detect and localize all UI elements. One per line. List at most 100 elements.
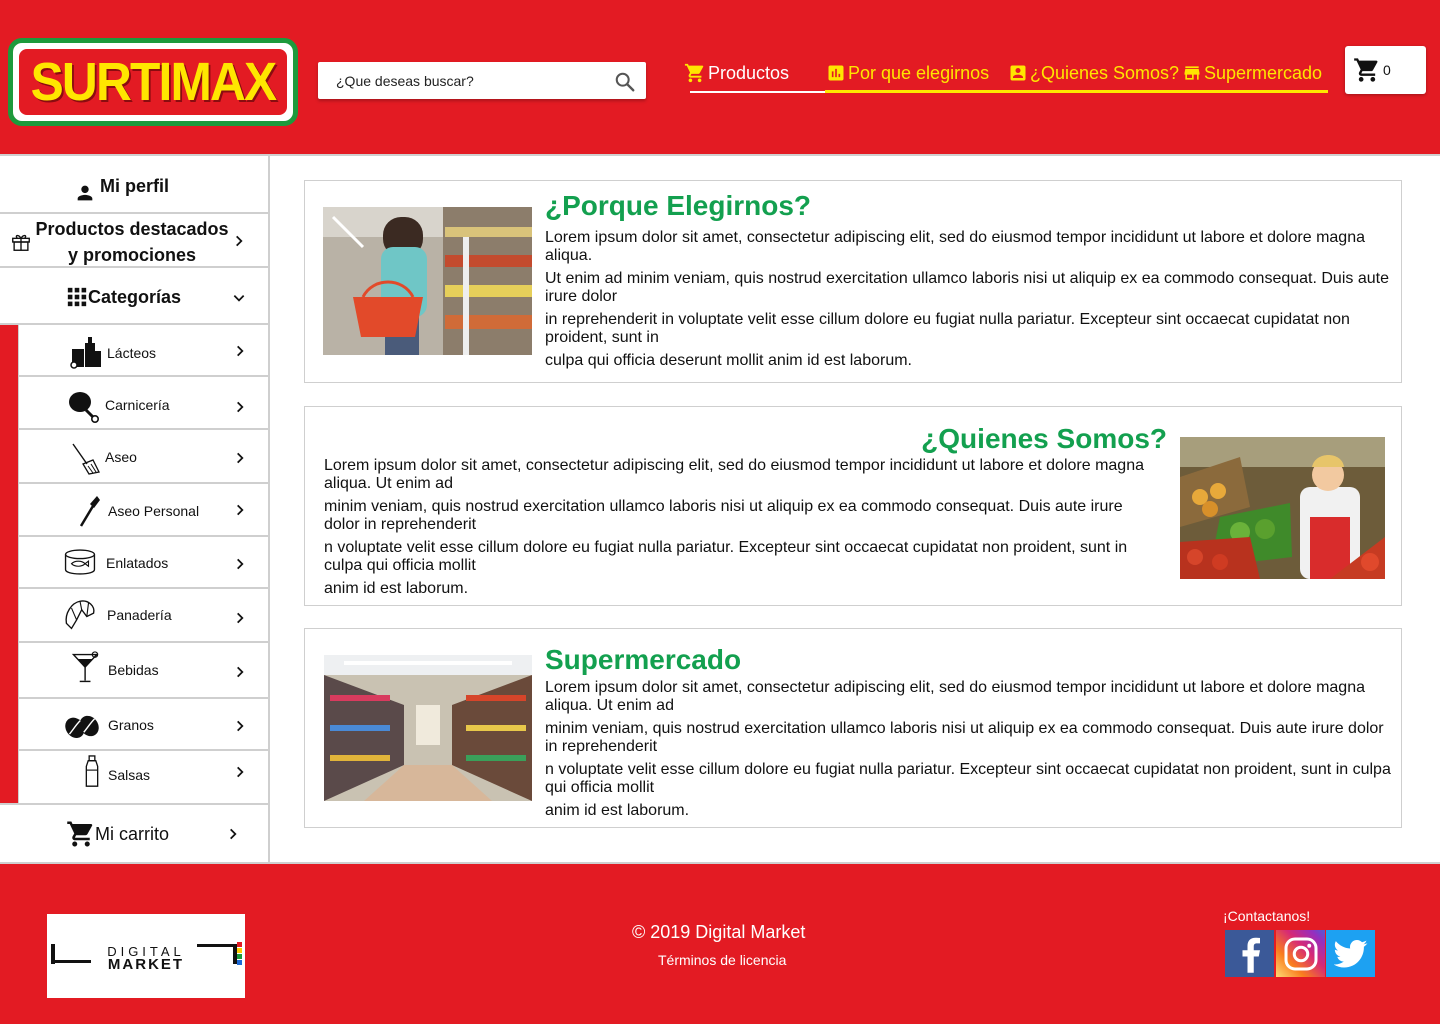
category-item-granos[interactable]: Granos [18, 699, 268, 751]
nav-supermercado[interactable]: Supermercado [1182, 54, 1322, 92]
logo-line-2: MARKET [107, 956, 185, 973]
copyright-text: © 2019 Digital Market [632, 922, 806, 942]
dairy-icon [70, 337, 101, 369]
broom-icon [72, 443, 100, 475]
category-label: Aseo Personal [108, 503, 200, 519]
sidebar-item-featured[interactable]: Productos destacados y promociones [0, 214, 268, 268]
section-supermercado: Supermercado Lorem ipsum dolor sit amet,… [304, 628, 1402, 828]
section-paragraph: minim veniam, quis nostrud exercitation … [545, 720, 1384, 755]
header: SURTIMAX Productos Por que elegirnos ¿Qu [0, 0, 1440, 156]
nav-por-que-elegirnos[interactable]: Por que elegirnos [826, 54, 989, 92]
category-item-panaderia[interactable]: Panadería [18, 589, 268, 643]
category-item-aseo-personal[interactable]: Aseo Personal [18, 484, 268, 537]
sidebar-item-cart[interactable]: Mi carrito [0, 803, 268, 862]
chart-icon [828, 65, 844, 81]
license-link[interactable]: Términos de licencia [658, 952, 786, 968]
beans-icon [65, 715, 99, 738]
nav-label: ¿Quienes Somos? [1030, 62, 1180, 83]
sidebar: Mi perfil Productos destacados y promoci… [0, 156, 270, 862]
sidebar-item-profile[interactable]: Mi perfil [0, 156, 268, 214]
category-list: Lácteos Carnicería Aseo Aseo Personal En… [0, 325, 268, 803]
cart-icon [1354, 58, 1378, 82]
grocer-photo [1180, 437, 1385, 579]
category-item-carniceria[interactable]: Carnicería [18, 377, 268, 430]
chevron-right-icon [230, 828, 237, 840]
facebook-button[interactable] [1225, 930, 1274, 977]
search-icon[interactable] [614, 71, 636, 93]
cart-count: 0 [1383, 62, 1391, 78]
search-input[interactable] [318, 62, 598, 99]
section-title: Supermercado [545, 644, 742, 675]
shopping-photo [323, 207, 532, 355]
chevron-right-icon [237, 720, 244, 732]
cocktail-icon [71, 651, 99, 683]
section-paragraph: culpa qui officia deserunt mollit anim i… [545, 352, 912, 369]
chevron-right-icon [237, 401, 244, 413]
chevron-right-icon [237, 452, 244, 464]
apps-grid-icon [67, 287, 87, 307]
chevron-right-icon [237, 345, 244, 357]
surtimax-logo[interactable]: SURTIMAX [8, 38, 298, 126]
person-icon [77, 185, 93, 201]
instagram-icon [1284, 937, 1317, 970]
section-paragraph: n voluptate velit esse cillum dolore eu … [324, 539, 1128, 574]
section-paragraph: n voluptate velit esse cillum dolore eu … [545, 761, 1391, 796]
category-label: Panadería [107, 607, 172, 623]
nav-label: Productos [708, 62, 790, 83]
section-paragraph: Lorem ipsum dolor sit amet, consectetur … [545, 229, 1365, 264]
section-paragraph: Ut enim ad minim veniam, quis nostrud ex… [545, 270, 1389, 305]
section-paragraph: anim id est laborum. [324, 580, 469, 597]
footer: DIGITAL MARKET © 2019 Digital Market Tér… [0, 862, 1440, 1024]
category-label: Granos [108, 717, 154, 733]
category-label: Carnicería [105, 397, 170, 413]
facebook-icon [1242, 937, 1260, 973]
category-item-bebidas[interactable]: Bebidas [18, 643, 268, 699]
meat-icon [69, 392, 99, 423]
instagram-button[interactable] [1276, 930, 1325, 977]
store-icon [1184, 66, 1200, 80]
cart-icon [67, 821, 93, 847]
sidebar-item-label: Mi carrito [95, 824, 170, 844]
sidebar-item-label: Productos destacados y promociones [35, 219, 229, 265]
category-label: Enlatados [106, 555, 169, 571]
chevron-down-icon [233, 295, 245, 302]
section-paragraph: anim id est laborum. [545, 802, 690, 819]
chevron-right-icon [236, 235, 243, 247]
chevron-right-icon [237, 504, 244, 516]
chevron-right-icon [237, 558, 244, 570]
nav-quienes-somos[interactable]: ¿Quienes Somos? [1008, 54, 1179, 92]
chevron-right-icon [237, 766, 244, 778]
sauce-bottle-icon [85, 755, 99, 787]
category-item-salsas[interactable]: Salsas [18, 751, 268, 803]
category-item-aseo[interactable]: Aseo [18, 430, 268, 484]
category-item-enlatados[interactable]: Enlatados [18, 537, 268, 589]
contact-label: ¡Contactanos! [1223, 908, 1311, 924]
twitter-button[interactable] [1326, 930, 1375, 977]
digital-market-logo[interactable]: DIGITAL MARKET [47, 914, 245, 998]
twitter-icon [1333, 939, 1367, 967]
nav-label: Supermercado [1204, 62, 1323, 83]
chevron-right-icon [237, 612, 244, 624]
category-item-lacteos[interactable]: Lácteos [18, 325, 268, 377]
logo-text: SURTIMAX [30, 52, 278, 112]
nav-productos[interactable]: Productos [684, 54, 789, 92]
nav-underline [825, 90, 1328, 93]
nav-underline-active [690, 91, 826, 93]
logo-inner: SURTIMAX [19, 49, 287, 115]
category-label: Lácteos [107, 345, 157, 361]
section-paragraph: Lorem ipsum dolor sit amet, consectetur … [545, 679, 1365, 714]
canned-food-icon [64, 549, 96, 575]
section-paragraph: in reprehenderit in voluptate velit esse… [545, 311, 1350, 346]
category-label: Salsas [108, 767, 151, 783]
sidebar-item-categories[interactable]: Categorías [0, 268, 268, 325]
sidebar-item-label: Categorías [88, 287, 182, 307]
razor-icon [79, 496, 100, 527]
section-quienes-somos: ¿Quienes Somos? Lorem ipsum dolor sit am… [304, 406, 1402, 606]
search-bar [318, 62, 646, 99]
header-cart-button[interactable]: 0 [1345, 46, 1426, 94]
croissant-icon [65, 600, 95, 630]
section-title: ¿Porque Elegirnos? [545, 190, 812, 221]
sidebar-item-label: Mi perfil [100, 176, 170, 196]
category-label: Aseo [105, 449, 137, 465]
section-title: ¿Quienes Somos? [921, 423, 1167, 454]
